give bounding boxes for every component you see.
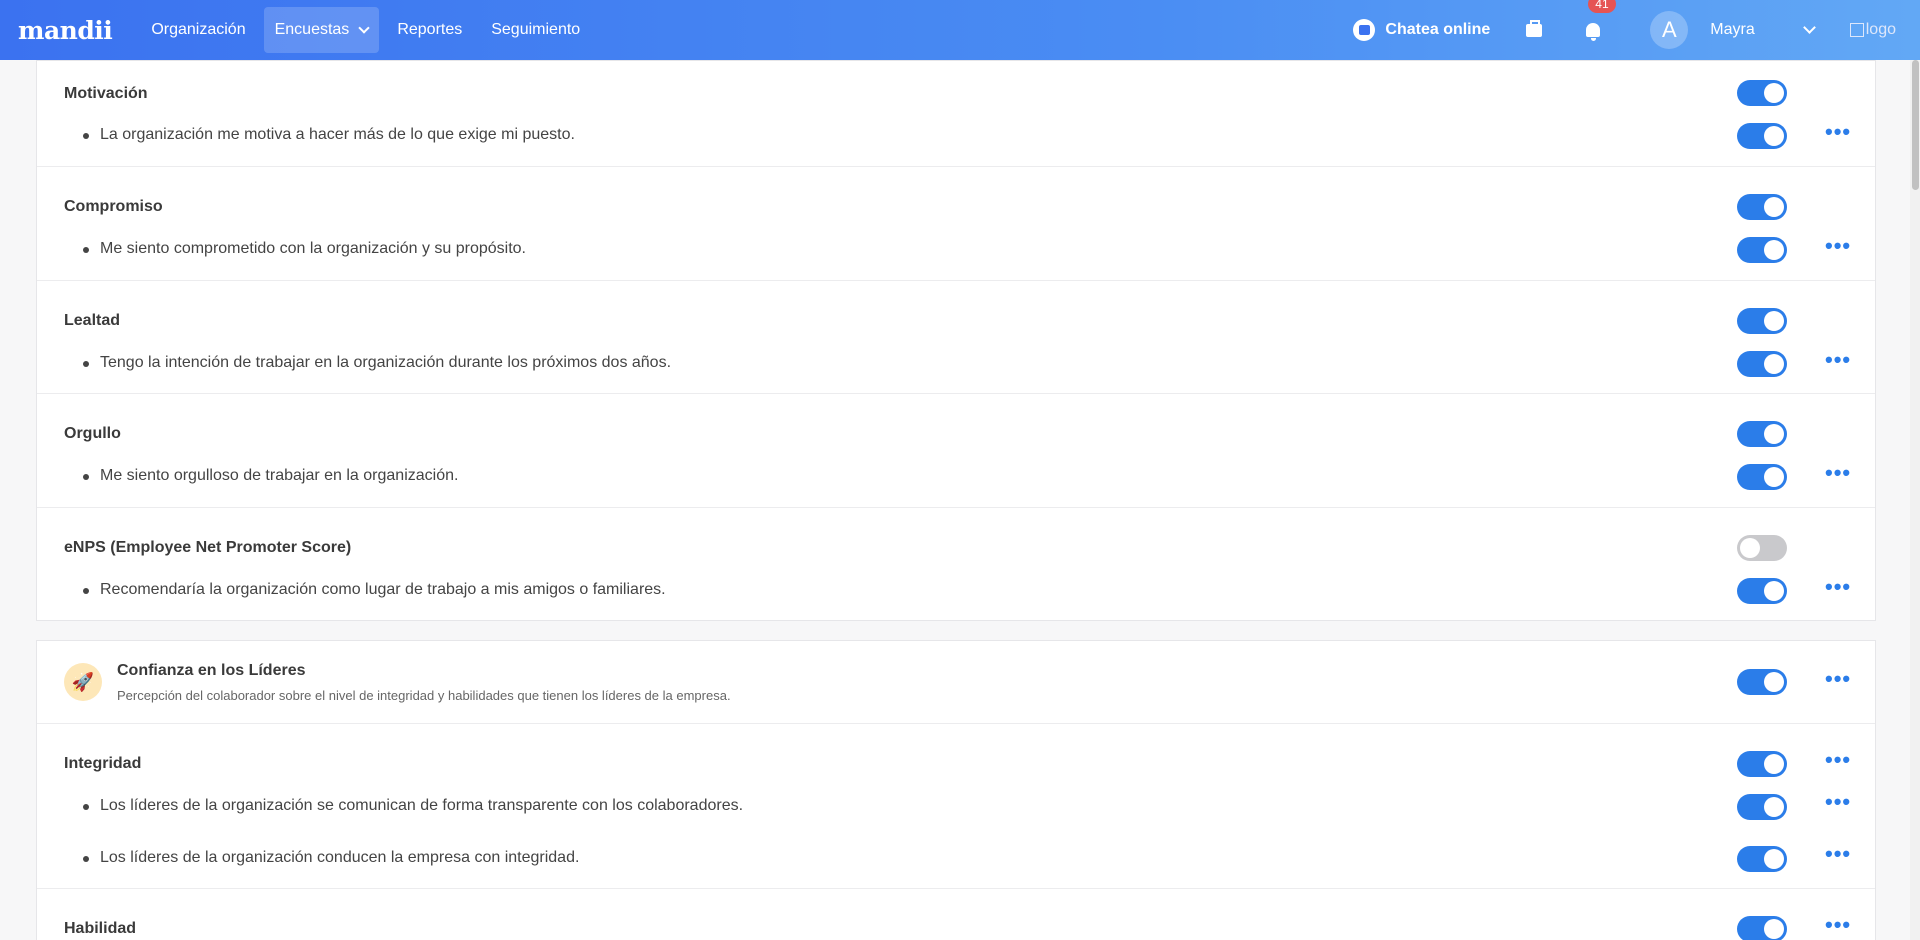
- company-logo-alt: logo: [1865, 21, 1896, 38]
- more-options-icon[interactable]: •••: [1825, 576, 1851, 598]
- top-navbar: mandii Organización Encuestas Reportes S…: [0, 0, 1920, 60]
- question-toggle[interactable]: [1737, 237, 1787, 263]
- category-toggle[interactable]: [1737, 916, 1787, 940]
- question-text: Los líderes de la organización conducen …: [82, 849, 580, 866]
- briefcase-icon[interactable]: [1526, 19, 1543, 37]
- category-toggle[interactable]: [1737, 535, 1787, 561]
- more-options-icon[interactable]: •••: [1825, 349, 1851, 371]
- question-toggle[interactable]: [1737, 578, 1787, 604]
- question-text: Me siento orgulloso de trabajar en la or…: [82, 467, 459, 484]
- question-toggle[interactable]: [1737, 846, 1787, 872]
- question-toggle[interactable]: [1737, 794, 1787, 820]
- chat-online-label: Chatea online: [1385, 21, 1491, 38]
- question-text: Recomendaría la organización como lugar …: [83, 581, 666, 598]
- more-options-icon[interactable]: •••: [1825, 843, 1851, 865]
- question-text: Tengo la intención de trabajar en la org…: [82, 354, 672, 371]
- more-options-icon[interactable]: •••: [1825, 121, 1851, 143]
- engagement-card: Motivación La organización me motiva a h…: [36, 60, 1876, 621]
- leaders-card: 🚀 Confianza en los Líderes Percepción de…: [36, 640, 1876, 940]
- rocket-icon: 🚀: [64, 663, 102, 701]
- question-toggle[interactable]: [1737, 123, 1787, 149]
- question-toggle[interactable]: [1737, 351, 1787, 377]
- category-title: Compromiso: [64, 198, 163, 215]
- category-toggle[interactable]: [1737, 751, 1787, 777]
- category-block-lealtad: Lealtad Tengo la intención de trabajar e…: [37, 281, 1875, 394]
- scrollbar-thumb[interactable]: [1912, 60, 1919, 190]
- category-toggle[interactable]: [1737, 194, 1787, 220]
- category-title: Habilidad: [64, 920, 137, 937]
- section-description: Percepción del colaborador sobre el nive…: [117, 688, 731, 703]
- question-toggle[interactable]: [1737, 464, 1787, 490]
- category-block-compromiso: Compromiso Me siento comprometido con la…: [37, 167, 1875, 281]
- more-options-icon[interactable]: •••: [1825, 462, 1851, 484]
- question-text: La organización me motiva a hacer más de…: [83, 126, 575, 143]
- category-title: Integridad: [64, 755, 142, 772]
- category-block-orgullo: Orgullo Me siento orgulloso de trabajar …: [37, 394, 1875, 508]
- category-toggle[interactable]: [1737, 421, 1787, 447]
- bell-icon: [1586, 23, 1601, 41]
- page-scrollbar[interactable]: [1910, 60, 1920, 940]
- nav-item-encuestas-label: Encuestas: [274, 21, 350, 38]
- notifications-button[interactable]: 41: [1586, 0, 1616, 41]
- chevron-down-icon: [358, 21, 370, 34]
- question-text: Me siento comprometido con la organizaci…: [83, 240, 526, 257]
- category-title: Lealtad: [64, 312, 121, 329]
- question-text: Los líderes de la organización se comuni…: [82, 797, 744, 814]
- user-name[interactable]: Mayra: [1710, 21, 1754, 39]
- more-options-icon[interactable]: •••: [1825, 791, 1851, 813]
- chat-online-button[interactable]: Chatea online: [1353, 19, 1490, 41]
- category-title: eNPS (Employee Net Promoter Score): [64, 539, 352, 556]
- category-title: Orgullo: [64, 425, 121, 442]
- category-block-integridad: Integridad ••• Los líderes de la organiz…: [37, 724, 1875, 889]
- nav-item-reportes[interactable]: Reportes: [386, 7, 473, 53]
- nav-item-encuestas[interactable]: Encuestas: [263, 7, 380, 53]
- more-options-icon[interactable]: •••: [1825, 749, 1851, 771]
- section-toggle[interactable]: [1737, 669, 1787, 695]
- category-block-enps: eNPS (Employee Net Promoter Score) Recom…: [37, 508, 1875, 622]
- category-toggle[interactable]: [1737, 308, 1787, 334]
- notifications-badge: 41: [1588, 0, 1616, 13]
- category-block-motivacion: Motivación La organización me motiva a h…: [37, 61, 1875, 167]
- nav-item-organizacion[interactable]: Organización: [140, 7, 256, 53]
- category-toggle[interactable]: [1737, 80, 1787, 106]
- category-title: Motivación: [64, 85, 148, 102]
- more-options-icon[interactable]: •••: [1825, 235, 1851, 257]
- avatar[interactable]: A: [1650, 11, 1689, 49]
- nav-item-seguimiento[interactable]: Seguimiento: [480, 7, 591, 53]
- section-title: Confianza en los Líderes: [117, 662, 306, 679]
- company-logo: logo: [1849, 21, 1896, 39]
- more-options-icon[interactable]: •••: [1825, 668, 1851, 690]
- user-menu-chevron-icon[interactable]: [1802, 20, 1816, 34]
- nav-right: Chatea online 41 A Mayra logo: [1353, 0, 1920, 60]
- brand-logo[interactable]: mandii: [18, 16, 113, 45]
- chat-icon: [1353, 19, 1376, 41]
- category-block-habilidad: Habilidad •••: [37, 889, 1875, 940]
- broken-image-icon: [1849, 23, 1864, 37]
- section-header: 🚀 Confianza en los Líderes Percepción de…: [37, 641, 1875, 724]
- more-options-icon[interactable]: •••: [1825, 914, 1851, 936]
